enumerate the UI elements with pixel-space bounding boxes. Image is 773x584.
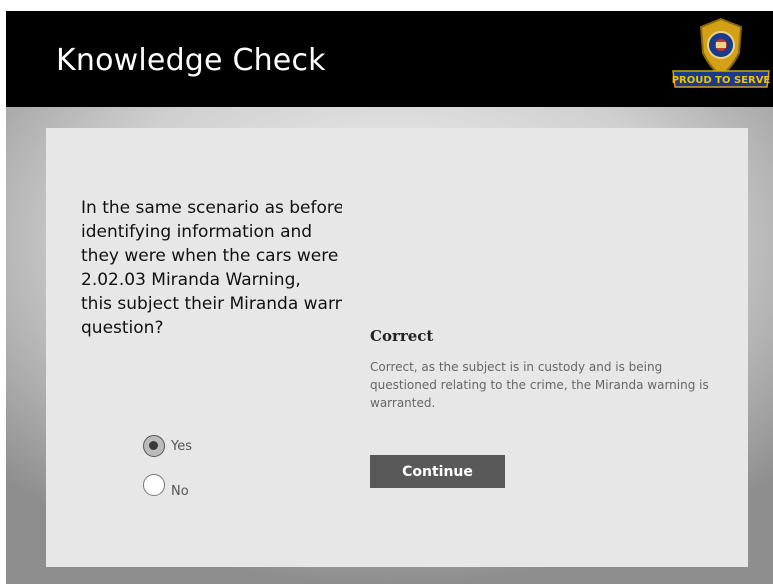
question-line: In the same scenario as before — [81, 198, 342, 218]
badge-ribbon-text: PROUD TO SERVE — [672, 75, 771, 86]
header-bar: Knowledge Check PROUD TO SERVE — [6, 11, 773, 107]
option-no-label: No — [171, 484, 189, 499]
radio-button-yes[interactable] — [143, 435, 165, 457]
radio-button-no[interactable] — [143, 473, 165, 496]
question-line: question? — [81, 318, 164, 338]
option-no[interactable]: No — [143, 470, 189, 499]
option-yes[interactable]: Yes — [143, 435, 192, 457]
question-card: In the same scenario as before identifyi… — [46, 128, 748, 567]
question-line: this subject their Miranda warning? — [81, 294, 342, 314]
continue-button[interactable]: Continue — [370, 455, 505, 488]
question-line: they were when the cars were — [81, 246, 339, 266]
question-line: 2.02.03 Miranda Warning, — [81, 270, 301, 290]
question-text: In the same scenario as before identifyi… — [81, 196, 342, 376]
feedback-title: Correct — [370, 327, 434, 345]
feedback-text: Correct, as the subject is in custody an… — [370, 360, 709, 410]
question-line: identifying information and — [81, 222, 313, 242]
police-badge-icon: PROUD TO SERVE — [669, 13, 773, 93]
slide-stage: Knowledge Check PROUD TO SERVE In the sa… — [6, 11, 773, 584]
page-title: Knowledge Check — [56, 43, 326, 78]
option-yes-label: Yes — [171, 438, 192, 454]
